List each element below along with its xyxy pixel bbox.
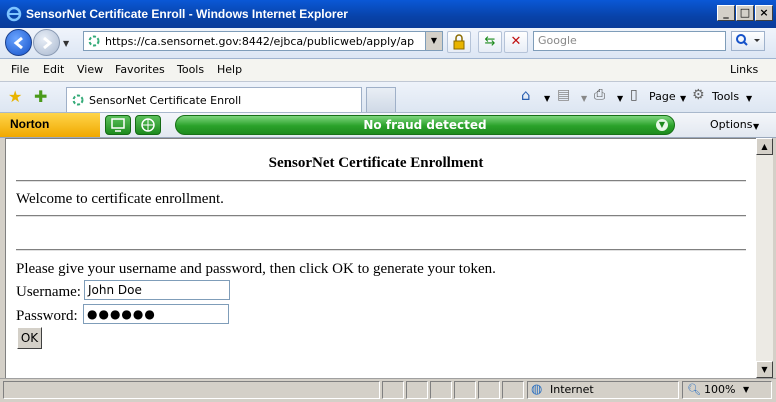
zoom-panel[interactable]: 🔍︎ 100% ▼: [682, 381, 772, 399]
status-panel: [406, 381, 428, 399]
menu-favorites[interactable]: Favorites: [115, 63, 165, 76]
norton-options-menu[interactable]: Options: [710, 118, 752, 131]
page-title: SensorNet Certificate Enrollment: [268, 155, 484, 171]
home-icon[interactable]: ⌂: [521, 86, 531, 104]
ie-logo-icon: [6, 6, 22, 22]
refresh-icon[interactable]: ⇆: [478, 31, 502, 53]
address-url: https://ca.sensornet.gov:8442/ejbca/publ…: [105, 35, 415, 48]
fraud-status-bar[interactable]: No fraud detected ▼: [175, 115, 675, 135]
home-dropdown-icon[interactable]: ▼: [544, 94, 550, 103]
scroll-down-icon[interactable]: ▼: [756, 361, 773, 378]
forward-button[interactable]: [33, 29, 60, 56]
back-arrow-icon: [13, 36, 23, 50]
history-dropdown-icon[interactable]: ▼: [63, 39, 69, 48]
status-bar: ◍ Internet 🔍︎ 100% ▼: [0, 378, 776, 402]
lock-icon[interactable]: [447, 31, 471, 53]
status-panel: [382, 381, 404, 399]
search-icon: [736, 34, 760, 46]
gear-icon: ⚙: [692, 87, 705, 103]
zone-label: Internet: [550, 383, 594, 396]
address-bar[interactable]: https://ca.sensornet.gov:8442/ejbca/publ…: [83, 31, 443, 51]
ok-button[interactable]: OK: [17, 327, 42, 349]
norton-logo: Norton: [0, 113, 100, 137]
norton-monitor-button[interactable]: [105, 115, 131, 135]
window-title: SensorNet Certificate Enroll - Windows I…: [26, 7, 348, 21]
security-zone-panel[interactable]: ◍ Internet: [527, 381, 679, 399]
loading-icon: [88, 35, 100, 47]
search-button[interactable]: [731, 31, 765, 51]
menu-edit[interactable]: Edit: [43, 63, 64, 76]
username-label: Username:: [16, 284, 81, 300]
page-menu[interactable]: Page: [649, 90, 676, 103]
scroll-up-icon[interactable]: ▲: [756, 138, 773, 155]
fraud-status-text: No fraud detected: [363, 118, 487, 132]
tab-label: SensorNet Certificate Enroll: [89, 94, 242, 107]
status-text-panel: [3, 381, 380, 399]
forward-arrow-icon: [43, 36, 53, 50]
search-input[interactable]: Google: [533, 31, 726, 51]
menu-help[interactable]: Help: [217, 63, 242, 76]
status-panel: [478, 381, 500, 399]
add-favorite-icon[interactable]: ✚: [34, 87, 47, 106]
password-input[interactable]: ●●●●●●: [83, 304, 229, 324]
maximize-button[interactable]: □: [736, 5, 754, 21]
divider: [16, 215, 746, 217]
options-dropdown-icon[interactable]: ▼: [753, 122, 759, 131]
feeds-dropdown-icon[interactable]: ▼: [581, 94, 587, 103]
monitor-icon: [111, 118, 125, 132]
links-label[interactable]: Links: [730, 63, 758, 76]
welcome-text: Welcome to certificate enrollment.: [16, 191, 224, 207]
instructions-text: Please give your username and password, …: [16, 261, 496, 277]
title-bar: SensorNet Certificate Enroll - Windows I…: [0, 0, 776, 28]
zoom-icon: 🔍︎: [687, 383, 701, 396]
address-dropdown-icon[interactable]: ▼: [425, 32, 442, 50]
divider: [16, 249, 746, 251]
print-icon[interactable]: ⎙: [594, 87, 605, 103]
zoom-dropdown-icon[interactable]: ▼: [743, 382, 749, 398]
username-input[interactable]: John Doe: [84, 280, 230, 300]
tools-dropdown-icon[interactable]: ▼: [746, 94, 752, 103]
page-content: SensorNet Certificate Enrollment Welcome…: [5, 138, 756, 378]
page-icon: ▯: [630, 87, 638, 103]
status-panel: [502, 381, 524, 399]
new-tab-button[interactable]: [366, 87, 396, 112]
menu-view[interactable]: View: [77, 63, 103, 76]
stop-icon[interactable]: ✕: [504, 31, 528, 53]
tab-sensornet[interactable]: SensorNet Certificate Enroll: [66, 87, 362, 112]
status-panel: [454, 381, 476, 399]
loading-icon: [72, 94, 84, 106]
norton-toolbar: Norton No fraud detected ▼ Options ▼: [0, 113, 776, 138]
chevron-down-icon[interactable]: ▼: [656, 119, 668, 131]
divider: [16, 180, 746, 182]
tools-menu[interactable]: Tools: [712, 90, 739, 103]
page-dropdown-icon[interactable]: ▼: [680, 94, 686, 103]
vertical-scrollbar[interactable]: ▲ ▼: [756, 138, 773, 378]
back-button[interactable]: [5, 29, 32, 56]
close-window-button[interactable]: ×: [755, 5, 773, 21]
status-panel: [430, 381, 452, 399]
favorites-star-icon[interactable]: ★: [8, 87, 22, 106]
menu-bar: File Edit View Favorites Tools Help Link…: [0, 59, 776, 82]
favorites-bar: ★ ✚ SensorNet Certificate Enroll ⌂ ▼ ▤ ▼…: [0, 82, 776, 113]
print-dropdown-icon[interactable]: ▼: [617, 94, 623, 103]
password-label: Password:: [16, 308, 78, 324]
feeds-icon[interactable]: ▤: [557, 87, 570, 103]
menu-file[interactable]: File: [11, 63, 29, 76]
zoom-level: 100%: [704, 383, 736, 396]
address-toolbar: ▼ https://ca.sensornet.gov:8442/ejbca/pu…: [0, 28, 776, 59]
menu-tools[interactable]: Tools: [177, 63, 204, 76]
globe-icon: [141, 118, 155, 132]
minimize-button[interactable]: _: [717, 5, 735, 21]
globe-icon: ◍: [531, 382, 543, 397]
norton-globe-button[interactable]: [135, 115, 161, 135]
